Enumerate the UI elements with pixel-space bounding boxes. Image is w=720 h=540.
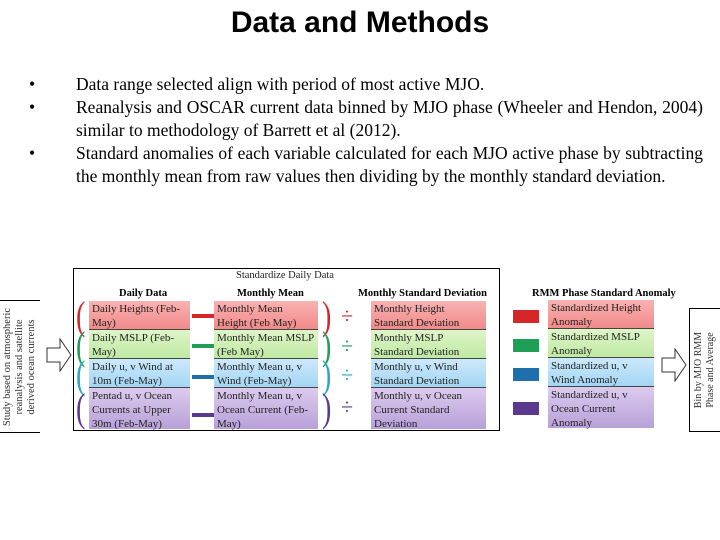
anomaly-cell-height: Standardized Height Anomaly <box>548 300 654 329</box>
divide-sign-icon: ÷ <box>341 333 354 358</box>
bullet-text: Standard anomalies of each variable calc… <box>76 143 703 186</box>
equals-sign-icon <box>513 339 539 352</box>
bin-note-text: Bin by MJO RMM Phase and Average <box>693 331 716 409</box>
equals-sign-icon <box>513 402 539 415</box>
divide-sign-icon: ÷ <box>341 394 354 419</box>
divide-sign-icon: ÷ <box>341 303 354 328</box>
bullet-dot: • <box>29 74 36 94</box>
mean-cell-ocean: Monthly Mean u, v Ocean Current (Feb-May… <box>214 388 318 430</box>
equals-sign-icon <box>513 368 539 381</box>
std-cell-wind: Monthly u, v Wind Standard Deviation <box>371 359 486 388</box>
std-cell-ocean: Monthly u, v Ocean Current Standard Devi… <box>371 388 486 430</box>
column-header-mean: Monthly Mean <box>237 288 304 299</box>
minus-sign-icon <box>192 375 214 379</box>
daily-cell-ocean: Pentad u, v Ocean Currents at Upper 30m … <box>89 388 190 430</box>
mean-cell-mslp: Monthly Mean MSLP (Feb May) <box>214 330 318 359</box>
bin-note-box: Bin by MJO RMM Phase and Average <box>689 308 720 432</box>
column-header-std: Monthly Standard Deviation <box>358 288 487 299</box>
daily-cell-wind: Daily u, v Wind at 10m (Feb-May) <box>89 359 190 388</box>
bullet-item: • Reanalysis and OSCAR current data binn… <box>29 96 705 142</box>
minus-sign-icon <box>192 314 214 318</box>
divide-sign-icon: ÷ <box>341 362 354 387</box>
std-cell-height: Monthly Height Standard Deviation <box>371 301 486 330</box>
std-cell-mslp: Monthly MSLP Standard Deviation <box>371 330 486 359</box>
anomaly-cell-mslp: Standardized MSLP Anomaly <box>548 329 654 358</box>
mean-cell-height: Monthly Mean Height (Feb May) <box>214 301 318 330</box>
slide-title: Data and Methods <box>230 6 490 39</box>
methodology-diagram: Study based on atmospheric reanalysis an… <box>0 260 720 440</box>
equals-sign-icon <box>513 310 539 323</box>
bullet-dot: • <box>29 143 36 163</box>
close-paren: ) <box>321 385 332 430</box>
study-note-box: Study based on atmospheric reanalysis an… <box>0 300 40 433</box>
daily-cell-heights: Daily Heights (Feb-May) <box>89 301 190 330</box>
bullet-text: Reanalysis and OSCAR current data binned… <box>76 97 703 140</box>
standardize-box-title: Standardize Daily Data <box>236 270 334 281</box>
minus-sign-icon <box>192 344 214 348</box>
right-arrow-icon <box>46 338 72 372</box>
daily-cell-mslp: Daily MSLP (Feb-May) <box>89 330 190 359</box>
bullet-item: • Standard anomalies of each variable ca… <box>29 142 705 211</box>
minus-sign-icon <box>192 413 214 417</box>
right-arrow-icon <box>661 348 687 382</box>
anomaly-cell-ocean: Standardized u, v Ocean Current Anomaly <box>548 387 654 429</box>
study-note-text: Study based on atmospheric reanalysis an… <box>2 307 37 426</box>
column-header-daily: Daily Data <box>119 288 168 299</box>
bullet-text: Data range selected align with period of… <box>76 74 485 94</box>
bullet-item: • Data range selected align with period … <box>29 73 705 96</box>
mean-cell-wind: Monthly Mean u, v Wind (Feb-May) <box>214 359 318 388</box>
bullet-dot: • <box>29 97 36 117</box>
anomaly-cell-wind: Standardized u, v Wind Anomaly <box>548 358 654 387</box>
open-paren: ( <box>75 385 86 430</box>
column-header-anomaly: RMM Phase Standard Anomaly <box>532 288 676 299</box>
